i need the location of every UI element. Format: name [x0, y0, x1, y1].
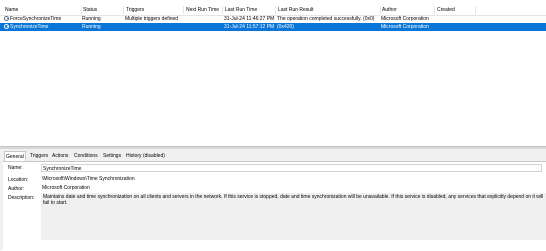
- column-header-name[interactable]: Name: [4, 6, 82, 14]
- task-status: Running: [82, 16, 101, 22]
- author-value: Microsoft Corporation: [42, 185, 90, 191]
- location-label: Location:: [8, 177, 29, 183]
- task-properties-pane: General Triggers Actions Conditions Sett…: [0, 149, 546, 251]
- task-last-run-result: (0x420): [277, 24, 294, 30]
- task-name: SynchronizeTime: [10, 24, 49, 30]
- task-next-run-time: [185, 15, 223, 23]
- location-value: \Microsoft\Windows\Time Synchronization: [42, 176, 135, 182]
- task-author: Microsoft Corporation: [381, 16, 429, 22]
- tab-conditions[interactable]: Conditions: [73, 152, 99, 160]
- task-row-synchronize-time[interactable]: SynchronizeTime Running 31-Jul-24 11:57:…: [0, 23, 546, 31]
- column-header-created[interactable]: Created: [436, 6, 476, 14]
- tab-triggers[interactable]: Triggers: [29, 152, 49, 160]
- task-status: Running: [82, 24, 101, 30]
- column-header-last-run-time[interactable]: Last Run Time: [224, 6, 276, 14]
- column-header-triggers[interactable]: Triggers: [125, 6, 184, 14]
- description-label: Description:: [8, 195, 35, 201]
- column-header-status[interactable]: Status: [82, 6, 124, 14]
- task-triggers: [125, 23, 184, 31]
- task-created: [436, 15, 476, 23]
- task-triggers: Multiple triggers defined: [125, 16, 179, 22]
- name-label: Name:: [8, 165, 23, 171]
- task-name-cell: ForceSynchronizeTime: [4, 15, 82, 23]
- tab-settings[interactable]: Settings: [102, 152, 122, 160]
- task-row-force-synchronize-time[interactable]: ForceSynchronizeTime Running Multiple tr…: [0, 15, 546, 23]
- task-last-run-time: 31-Jul-24 11:46:27 PM: [224, 16, 275, 22]
- tab-history[interactable]: History (disabled): [125, 152, 166, 160]
- task-name-cell: SynchronizeTime: [4, 23, 82, 31]
- task-name: ForceSynchronizeTime: [10, 16, 62, 22]
- task-created: [436, 23, 476, 31]
- column-header-author[interactable]: Author: [381, 6, 435, 14]
- task-list[interactable]: Name Status Triggers Next Run Time Last …: [0, 0, 546, 146]
- general-tab-content: Name: SynchronizeTime Location: \Microso…: [3, 161, 546, 251]
- task-next-run-time: [185, 23, 223, 31]
- task-icon: [4, 24, 9, 29]
- author-label: Author:: [8, 186, 25, 192]
- task-author: Microsoft Corporation: [381, 24, 429, 30]
- column-header-next-run-time[interactable]: Next Run Time: [185, 6, 223, 14]
- task-last-run-result: The operation completed successfully. (0…: [277, 16, 375, 22]
- tab-actions[interactable]: Actions: [51, 152, 69, 160]
- column-header-last-run-result[interactable]: Last Run Result: [277, 6, 381, 14]
- description-field[interactable]: Maintains date and time synchronization …: [41, 193, 546, 240]
- task-icon: [4, 16, 9, 21]
- task-last-run-time: 31-Jul-24 11:57:12 PM: [224, 24, 275, 30]
- name-field[interactable]: SynchronizeTime: [41, 164, 542, 172]
